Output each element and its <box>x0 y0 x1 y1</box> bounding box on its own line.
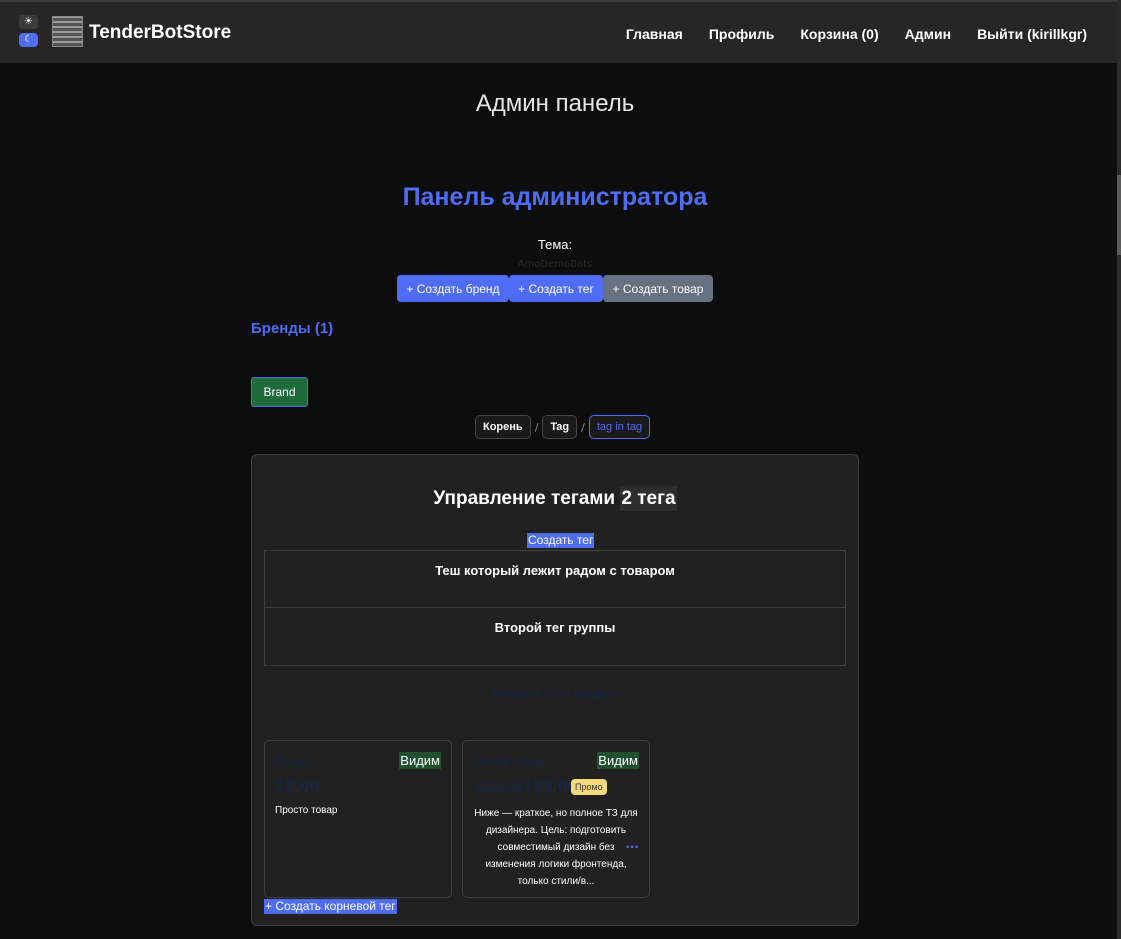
create-tag-button[interactable]: + Создать тег <box>509 275 603 302</box>
breadcrumb: Корень / Tag / tag in tag <box>475 415 651 439</box>
nav-admin[interactable]: Админ <box>905 26 951 42</box>
nav-home[interactable]: Главная <box>626 26 683 42</box>
sun-icon[interactable]: ☀ <box>19 15 38 29</box>
site-brand[interactable]: TenderBotStore <box>89 22 231 44</box>
tags-panel-title: Управление тегами 2 тега <box>252 486 858 511</box>
tag-row[interactable]: Второй тег группы <box>265 608 845 665</box>
nav-cart[interactable]: Корзина (0) <box>800 26 878 42</box>
create-root-tag-link[interactable]: + Создать корневой тег <box>264 899 397 914</box>
navbar: ☀ ☾ TenderBotStore Главная Профиль Корзи… <box>0 0 1117 63</box>
action-buttons: + Создать бренд + Создать тег + Создать … <box>397 275 713 302</box>
breadcrumb-tag[interactable]: Tag <box>542 415 578 439</box>
moon-icon[interactable]: ☾ <box>19 33 38 47</box>
status-badge: Видим <box>399 752 441 769</box>
admin-heading: Панель администратора <box>402 183 708 211</box>
tag-list: Теш который лежит радом с товаром Второй… <box>264 550 846 666</box>
page-title: Админ панель <box>475 90 635 117</box>
brand-chip[interactable]: Brand <box>251 377 308 407</box>
promo-badge: Промо <box>571 779 607 795</box>
breadcrumb-separator: / <box>581 420 585 434</box>
qr-logo[interactable] <box>52 16 83 47</box>
product-old-price: 3123.00 <box>473 781 523 795</box>
create-brand-button[interactable]: + Создать бренд <box>397 275 509 302</box>
nav-logout[interactable]: Выйти (kirillkgr) <box>977 26 1087 42</box>
product-card[interactable]: Новый товар Видим 3123.00 123.00 Промо Н… <box>462 740 650 898</box>
create-tag-link[interactable]: Создать тег <box>527 533 595 548</box>
products-heading: Товары в этом разделе <box>490 686 620 700</box>
breadcrumb-root[interactable]: Корень <box>475 415 531 439</box>
status-badge: Видим <box>597 752 639 769</box>
product-card[interactable]: Товар Видим 12.00 Просто товар <box>264 740 452 898</box>
product-list: Товар Видим 12.00 Просто товар Новый тов… <box>264 740 650 898</box>
product-name: Товар <box>275 755 308 769</box>
product-description: Просто товар <box>275 805 338 816</box>
tag-count-badge: 2 тега <box>620 486 677 511</box>
scrollbar-thumb[interactable] <box>1117 175 1121 255</box>
nav-links: Главная Профиль Корзина (0) Админ Выйти … <box>626 26 1087 42</box>
brands-heading: Бренды (1) <box>251 320 334 337</box>
tag-row[interactable]: Теш который лежит радом с товаром <box>265 551 845 608</box>
product-name: Новый товар <box>473 755 545 769</box>
scrollbar[interactable] <box>1117 0 1121 939</box>
breadcrumb-separator: / <box>534 420 539 434</box>
product-price: 12.00 <box>275 779 320 795</box>
product-description: Ниже — краткое, но полное ТЗ для дизайне… <box>474 808 638 887</box>
theme-value: AmoDemoBots <box>517 259 593 270</box>
theme-toggle: ☀ ☾ <box>19 15 38 51</box>
nav-profile[interactable]: Профиль <box>709 26 775 42</box>
tags-panel: Управление тегами 2 тега Создать тег Теш… <box>251 454 859 926</box>
more-icon[interactable]: ... <box>625 837 639 851</box>
theme-label: Тема: <box>537 237 573 252</box>
product-price: 123.00 <box>523 779 578 795</box>
breadcrumb-current[interactable]: tag in tag <box>588 415 651 439</box>
tags-panel-title-text: Управление тегами <box>433 488 616 509</box>
create-product-button[interactable]: + Создать товар <box>603 275 713 302</box>
